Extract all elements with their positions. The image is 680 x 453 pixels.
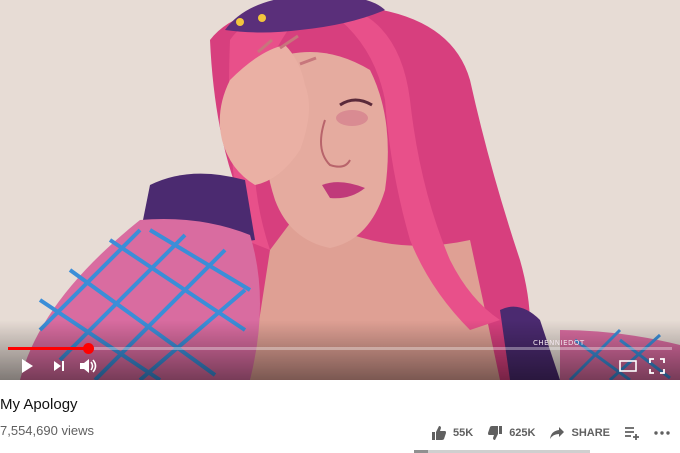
volume-icon <box>80 359 97 373</box>
fullscreen-button[interactable] <box>646 356 668 376</box>
theater-mode-button[interactable] <box>617 356 639 376</box>
more-horizontal-icon <box>654 431 670 435</box>
thumbs-down-icon <box>488 426 503 440</box>
theater-mode-icon <box>619 360 637 372</box>
add-to-playlist-icon <box>625 427 639 440</box>
dislike-button[interactable]: 625K <box>487 424 535 442</box>
fullscreen-icon <box>649 358 665 374</box>
like-count: 55K <box>453 427 474 439</box>
video-player[interactable]: CHENNIEDOT <box>0 0 680 380</box>
progress-scrubber[interactable] <box>82 343 94 354</box>
thumbs-up-icon <box>432 426 446 440</box>
video-frame <box>0 0 680 380</box>
video-title: My Apology <box>0 396 78 413</box>
play-icon <box>22 359 33 373</box>
progress-played <box>8 347 88 350</box>
artist-watermark: CHENNIEDOT <box>533 339 585 347</box>
more-actions-button[interactable] <box>654 424 670 442</box>
next-button[interactable] <box>48 356 70 376</box>
progress-bar[interactable] <box>8 343 672 354</box>
volume-button[interactable] <box>77 356 99 376</box>
share-label: SHARE <box>571 427 610 439</box>
play-button[interactable] <box>16 356 38 376</box>
like-button[interactable]: 55K <box>431 424 473 442</box>
view-count: 7,554,690 views <box>0 423 94 438</box>
share-button[interactable]: SHARE <box>549 424 610 442</box>
save-to-playlist-button[interactable] <box>624 424 640 442</box>
video-actions: 55K 625K SHARE <box>417 424 670 442</box>
share-icon <box>550 427 565 439</box>
next-icon <box>54 361 64 371</box>
dislike-count: 625K <box>509 427 536 439</box>
